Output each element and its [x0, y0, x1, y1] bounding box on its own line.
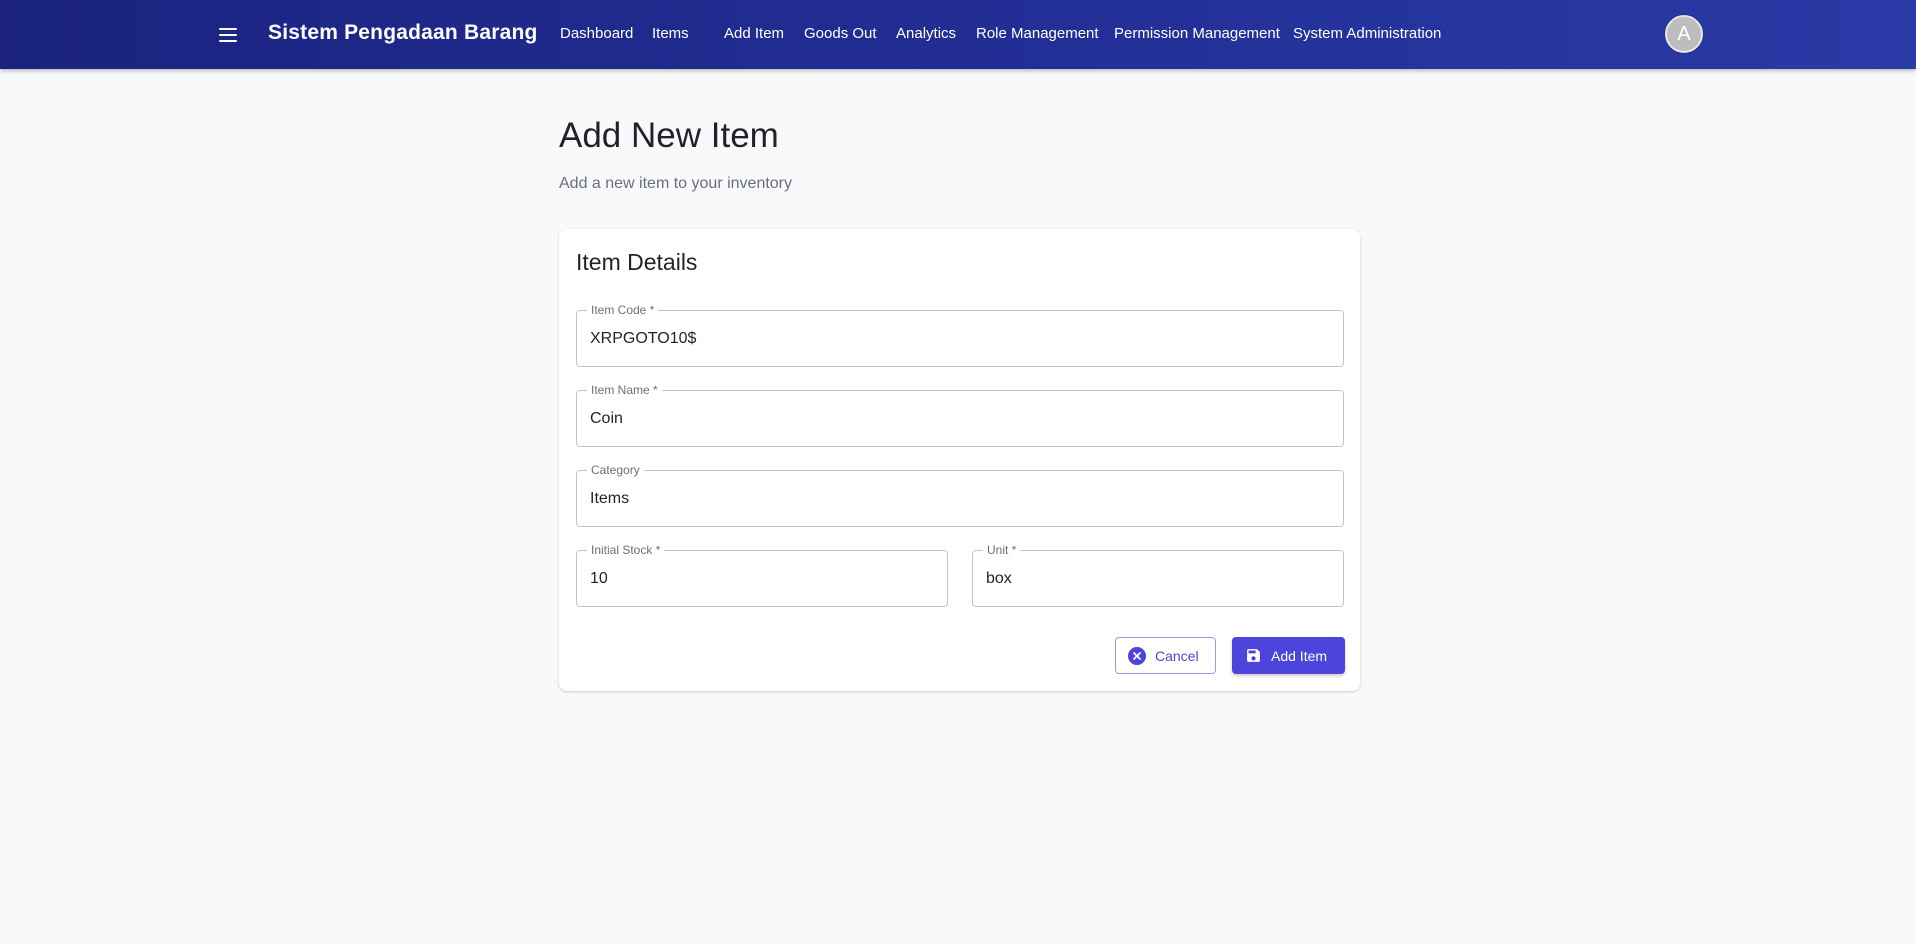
nav-item-items[interactable]: Items — [652, 25, 689, 42]
app-title: Sistem Pengadaan Barang — [268, 21, 538, 44]
category-input[interactable] — [577, 471, 1343, 526]
page-subtitle: Add a new item to your inventory — [559, 175, 793, 192]
cancel-circle-icon — [1128, 646, 1146, 665]
category-field: Category — [576, 463, 1344, 527]
cancel-button-label: Cancel — [1155, 647, 1199, 664]
nav-item-goods-out[interactable]: Goods Out — [804, 25, 877, 42]
nav-item-dashboard[interactable]: Dashboard — [560, 25, 633, 42]
item-code-label: Item Code * — [587, 303, 659, 317]
item-details-card: Item Details Item Code * Item Name * Cat… — [559, 229, 1360, 691]
nav-item-system-administration[interactable]: System Administration — [1293, 25, 1441, 42]
save-icon — [1247, 649, 1260, 662]
top-app-bar: Sistem Pengadaan Barang Dashboard Items … — [0, 0, 1916, 69]
initial-stock-input[interactable] — [577, 551, 947, 606]
cancel-button[interactable]: Cancel — [1115, 637, 1216, 674]
nav-item-permission-management[interactable]: Permission Management — [1114, 25, 1280, 42]
item-name-field: Item Name * — [576, 383, 1344, 447]
item-code-field: Item Code * — [576, 303, 1344, 367]
item-code-input[interactable] — [577, 311, 1343, 366]
unit-field: Unit * — [972, 543, 1344, 607]
initial-stock-field: Initial Stock * — [576, 543, 948, 607]
unit-label: Unit * — [983, 543, 1021, 557]
card-title: Item Details — [576, 249, 698, 275]
unit-input[interactable] — [973, 551, 1343, 606]
add-item-button[interactable]: Add Item — [1232, 637, 1345, 674]
nav-item-add-item[interactable]: Add Item — [724, 25, 784, 42]
nav-item-role-management[interactable]: Role Management — [976, 25, 1099, 42]
item-name-input[interactable] — [577, 391, 1343, 446]
menu-icon[interactable] — [210, 20, 246, 50]
category-label: Category — [587, 463, 644, 477]
nav-item-analytics[interactable]: Analytics — [896, 25, 956, 42]
avatar[interactable]: A — [1665, 15, 1703, 53]
initial-stock-label: Initial Stock * — [587, 543, 665, 557]
item-name-label: Item Name * — [587, 383, 662, 397]
add-item-button-label: Add Item — [1271, 647, 1328, 664]
page-title: Add New Item — [559, 116, 779, 155]
